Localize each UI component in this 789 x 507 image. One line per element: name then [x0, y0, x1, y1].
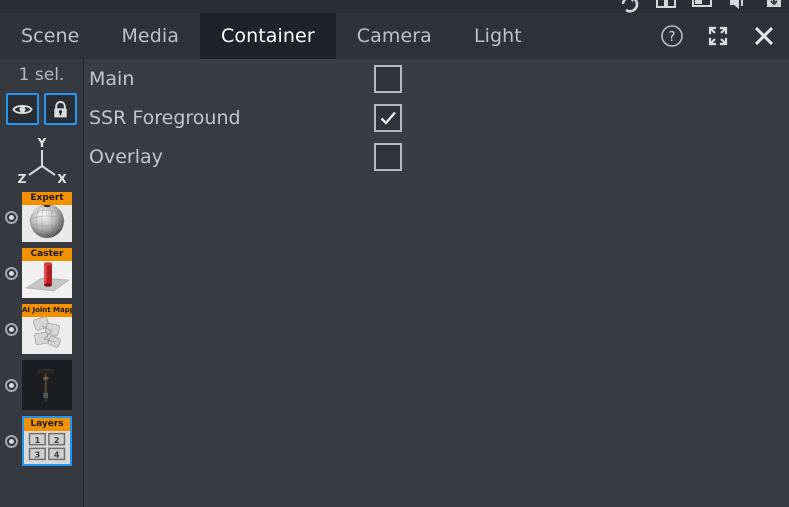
expand-arrows-icon: [708, 26, 728, 46]
tab-camera[interactable]: Camera: [336, 13, 453, 59]
list-item[interactable]: Caster: [0, 245, 83, 301]
axis-label-z: Z: [17, 172, 26, 186]
help-button[interactable]: ?: [659, 23, 685, 49]
download-icon[interactable]: [763, 0, 785, 13]
object-thumbnail-list: Expert Caster AI Joint Map 1 2 3 4 Layer…: [0, 189, 83, 469]
checkbox-ssr-foreground[interactable]: [374, 103, 402, 132]
item-radio-cell: [0, 322, 22, 336]
thumbnail-unnamed-object[interactable]: [22, 360, 72, 410]
top-toolbar-strip: [0, 0, 789, 13]
visibility-toggle[interactable]: [6, 93, 39, 125]
sidebar-toggle-row: [0, 93, 83, 125]
property-label-ssr-foreground: SSR Foreground: [89, 106, 241, 129]
property-row-ssr-foreground: SSR Foreground: [85, 98, 789, 137]
list-item[interactable]: AI Joint Mapper: [0, 301, 83, 357]
axis-label-y: Y: [36, 136, 46, 150]
object-sidebar: 1 sel. Y Z X Expert Caster AI Joint Map …: [0, 59, 84, 507]
container-properties-panel: Main SSR Foreground Overlay: [85, 59, 789, 507]
checkbox-main[interactable]: [374, 64, 402, 93]
stand-thumbnail-art: [22, 360, 72, 410]
tab-camera-label: Camera: [356, 25, 432, 47]
main-tab-bar: Scene Media Container Camera Light ?: [0, 13, 789, 59]
radio-button-layers[interactable]: [4, 434, 18, 448]
layer-cell-1: 1: [34, 435, 40, 445]
item-radio-cell: [0, 378, 22, 392]
close-x-icon: [754, 26, 774, 46]
layer-cell-3: 3: [34, 450, 40, 460]
item-radio-cell: [0, 266, 22, 280]
radio-button-ai-joint-mapper[interactable]: [4, 322, 18, 336]
lock-icon: [54, 100, 67, 117]
tab-media[interactable]: Media: [100, 13, 200, 59]
close-button[interactable]: [751, 23, 777, 49]
lock-toggle[interactable]: [44, 93, 77, 125]
property-row-overlay: Overlay: [85, 137, 789, 176]
checkmark-icon: [380, 111, 396, 125]
fullscreen-button[interactable]: [705, 23, 731, 49]
radio-button-expert[interactable]: [4, 210, 18, 224]
tab-scene-label: Scene: [21, 25, 80, 47]
item-radio-cell: [0, 434, 22, 448]
axis-label-x: X: [57, 172, 67, 186]
window-controls: ?: [659, 13, 789, 59]
axis-gizmo: Y Z X: [0, 135, 83, 187]
question-circle-icon: ?: [661, 25, 683, 47]
property-row-main: Main: [85, 59, 789, 98]
selection-count-label: 1 sel.: [18, 65, 65, 85]
eye-icon: [12, 104, 33, 114]
list-item[interactable]: 1 2 3 4 Layers: [0, 413, 83, 469]
radio-button-unnamed-object[interactable]: [4, 378, 18, 392]
tab-media-label: Media: [121, 25, 180, 47]
list-item[interactable]: Expert: [0, 189, 83, 245]
thumbnail-label-expert: Expert: [22, 192, 72, 205]
thumbnail-label-ai-joint-mapper: AI Joint Mapper: [22, 304, 72, 317]
list-item[interactable]: [0, 357, 83, 413]
radio-button-caster[interactable]: [4, 266, 18, 280]
tab-light[interactable]: Light: [453, 13, 543, 59]
speaker-icon[interactable]: [727, 0, 749, 13]
thumbnail-layers[interactable]: 1 2 3 4 Layers: [22, 416, 72, 466]
book-icon[interactable]: [655, 0, 677, 13]
property-label-overlay: Overlay: [89, 145, 163, 168]
thumbnail-label-caster: Caster: [22, 248, 72, 261]
tab-container[interactable]: Container: [200, 13, 336, 59]
layer-cell-2: 2: [54, 435, 60, 445]
top-toolbar-icons: [619, 0, 785, 13]
tab-scene[interactable]: Scene: [0, 13, 100, 59]
checkbox-overlay[interactable]: [374, 142, 402, 171]
thumbnail-ai-joint-mapper[interactable]: AI Joint Mapper: [22, 304, 72, 354]
tab-light-label: Light: [473, 25, 522, 47]
item-radio-cell: [0, 210, 22, 224]
property-label-main: Main: [89, 67, 135, 90]
svg-text:?: ?: [669, 30, 676, 45]
thumbnail-label-layers: Layers: [24, 418, 70, 431]
presentation-icon[interactable]: [691, 0, 713, 13]
layer-cell-4: 4: [54, 450, 60, 460]
thumbnail-caster[interactable]: Caster: [22, 248, 72, 298]
undo-arrow-icon[interactable]: [619, 0, 641, 13]
thumbnail-expert[interactable]: Expert: [22, 192, 72, 242]
tab-container-label: Container: [221, 25, 315, 47]
